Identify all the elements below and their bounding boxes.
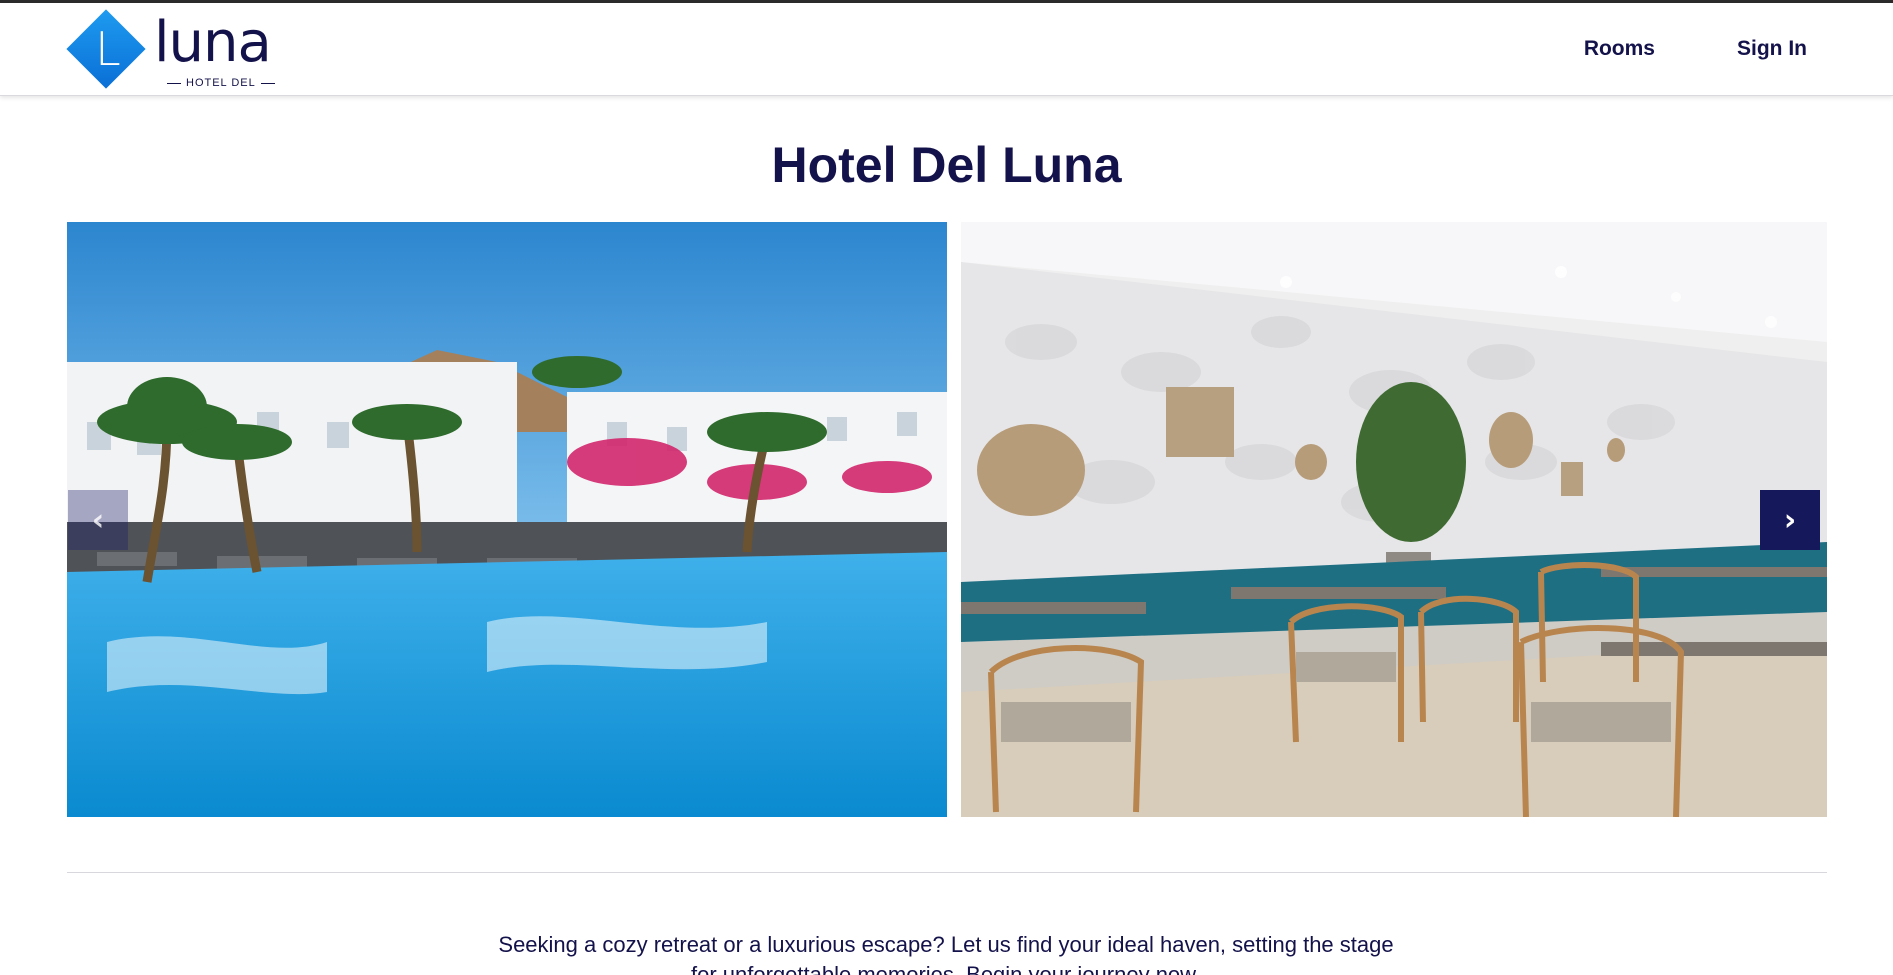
logo-subtitle: HOTEL DEL [162,77,280,89]
nav-sign-in-link[interactable]: Sign In [1737,37,1807,61]
logo-wordmark: luna [154,10,272,75]
carousel-next-button[interactable]: › [1760,490,1820,550]
pool-courtyard-photo [67,222,947,817]
page-title: Hotel Del Luna [771,137,1122,193]
logo[interactable]: L luna HOTEL DEL [66,9,280,91]
chevron-right-icon: › [1783,502,1797,538]
logo-letter: L [95,22,121,76]
carousel-prev-button[interactable]: ‹ [68,490,128,550]
restaurant-dining-photo [961,222,1827,817]
chevron-left-icon: ‹ [91,502,105,538]
nav-rooms-link[interactable]: Rooms [1584,37,1655,61]
restaurant-illustration [961,222,1827,817]
site-header: L luna HOTEL DEL Rooms Sign In [0,3,1893,96]
tagline-text: Seeking a cozy retreat or a luxurious es… [498,932,1394,975]
pool-courtyard-illustration [67,222,947,817]
image-carousel[interactable]: ‹ › [67,222,1827,817]
section-divider [67,872,1827,873]
